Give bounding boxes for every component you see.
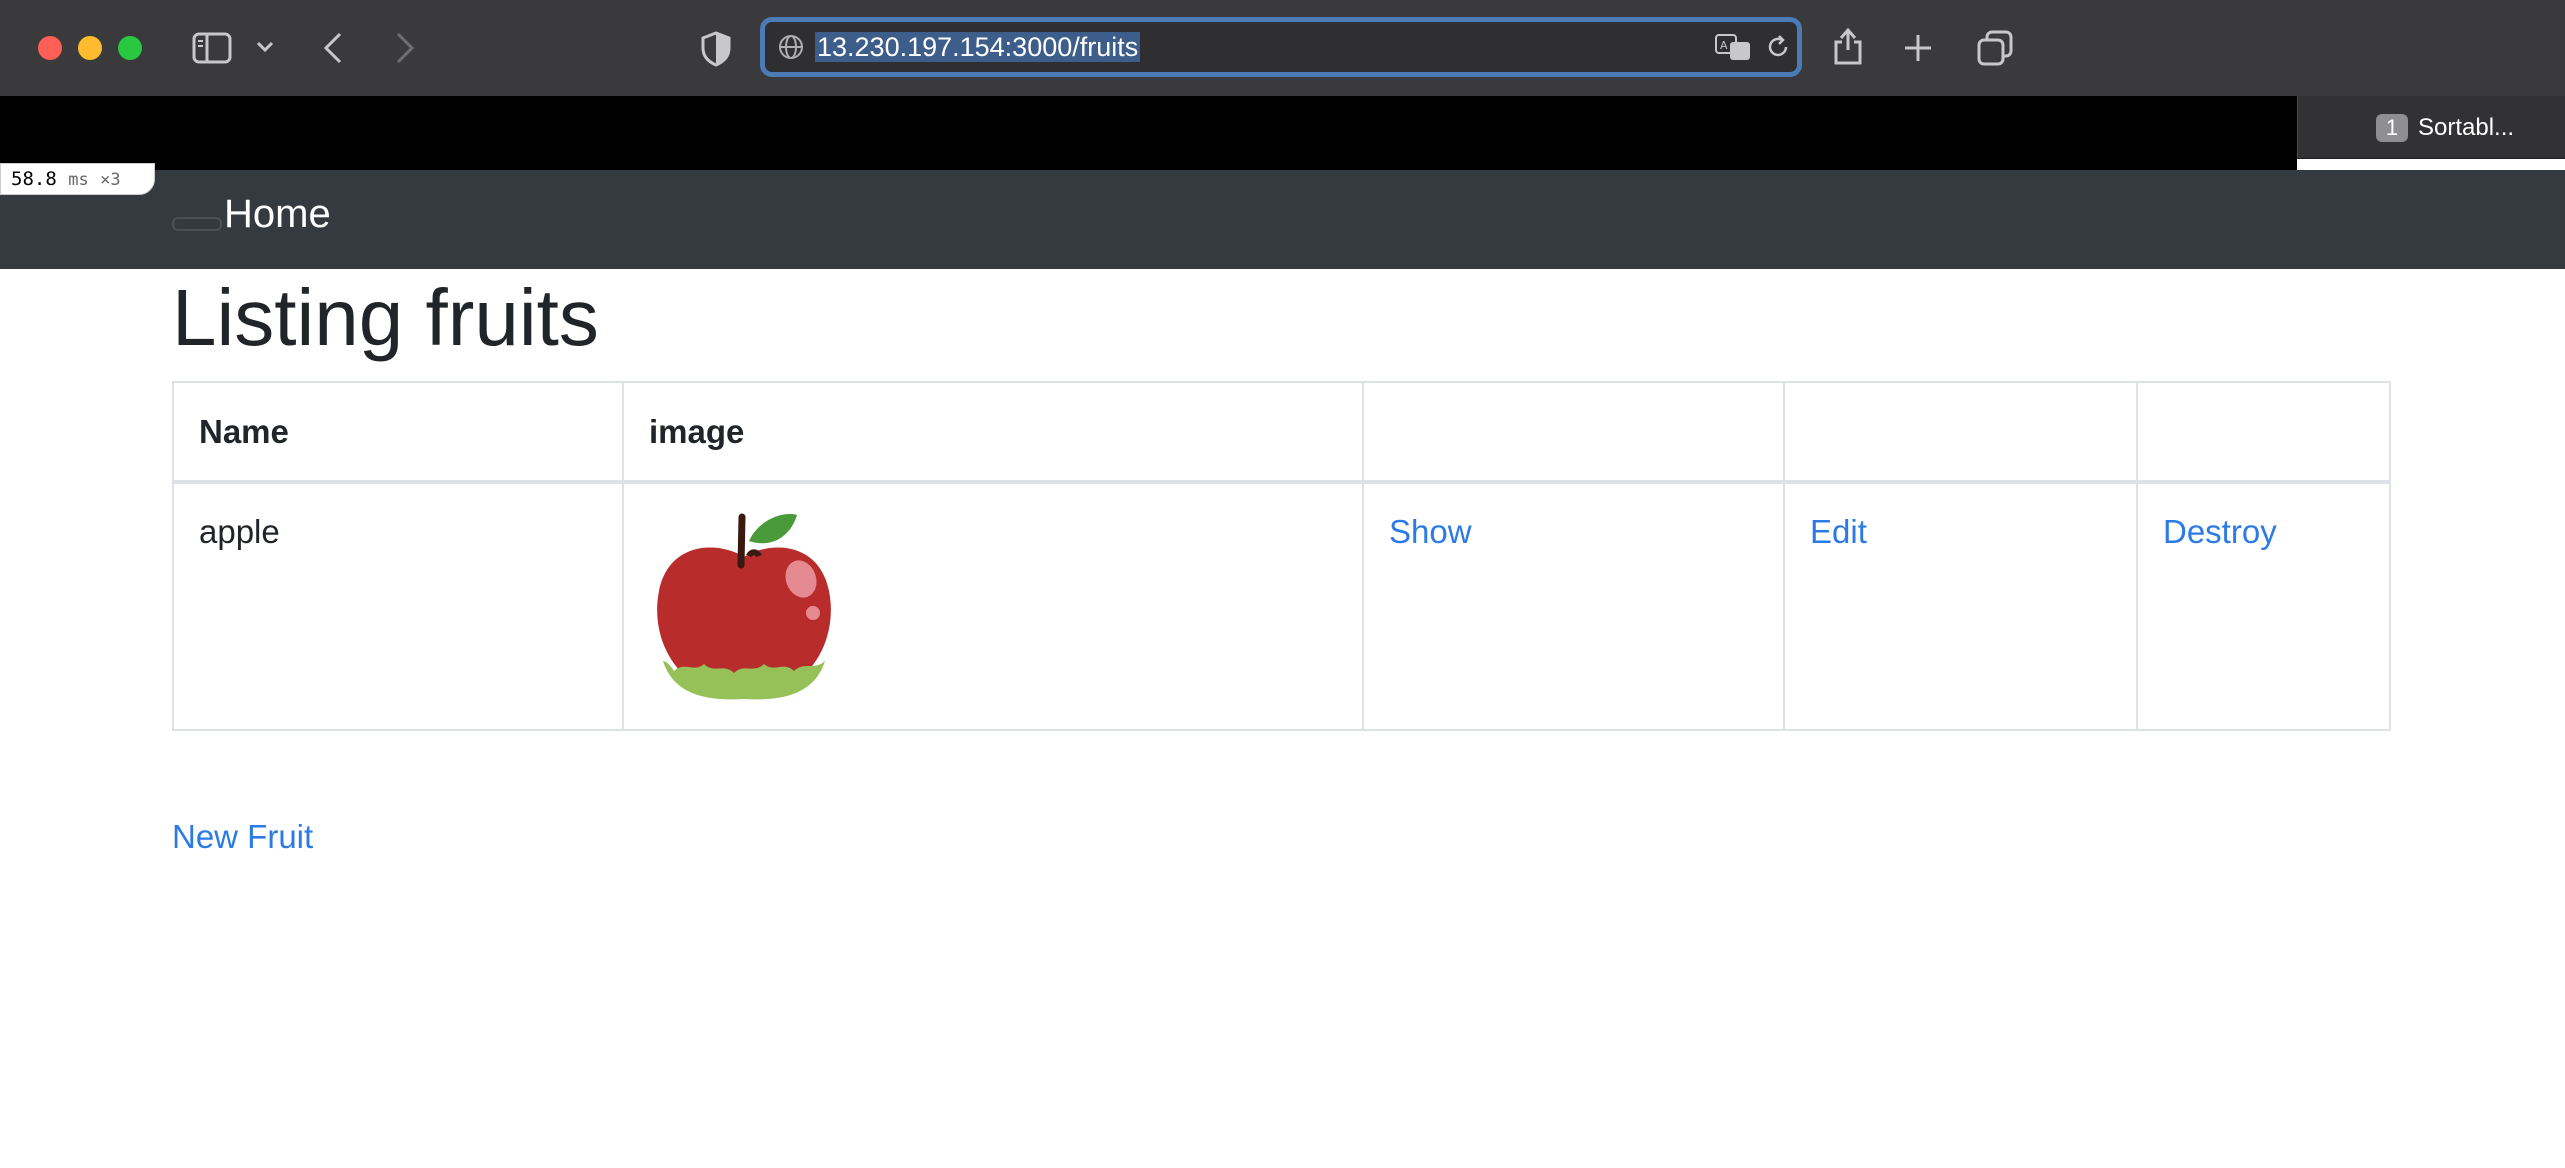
header-empty-destroy bbox=[2136, 381, 2391, 483]
globe-icon bbox=[779, 35, 803, 59]
close-window-button[interactable] bbox=[38, 36, 62, 60]
share-icon[interactable] bbox=[1832, 26, 1864, 66]
show-link[interactable]: Show bbox=[1389, 513, 1472, 550]
translate-icon[interactable]: A bbox=[1714, 32, 1752, 62]
header-empty-edit bbox=[1783, 381, 2138, 483]
new-tab-icon[interactable] bbox=[1903, 33, 1933, 63]
perf-badge[interactable]: 58.8 ms ×3 bbox=[0, 163, 155, 195]
fruit-image-cell bbox=[622, 481, 1364, 731]
edit-link[interactable]: Edit bbox=[1810, 513, 1867, 550]
tab-count-badge: 1 bbox=[2376, 114, 2408, 142]
perf-value: 58.8 bbox=[11, 168, 57, 190]
fruit-name: apple bbox=[172, 481, 624, 731]
table-row: apple Show Edit Destroy bbox=[172, 481, 2391, 731]
navbar-toggler[interactable] bbox=[172, 217, 222, 231]
edit-cell: Edit bbox=[1783, 481, 2138, 731]
fruits-table: Name image apple Show Edit Destroy bbox=[172, 381, 2391, 731]
header-name: Name bbox=[172, 381, 624, 483]
tab-overview-icon[interactable] bbox=[1977, 30, 2013, 66]
tab-bar: 1 Sortabl... bbox=[0, 96, 2565, 170]
page-title: Listing fruits bbox=[172, 273, 599, 362]
url-text[interactable]: 13.230.197.154:3000/fruits bbox=[815, 32, 1141, 62]
navbar: Home bbox=[0, 170, 2565, 269]
active-tab[interactable] bbox=[0, 96, 2297, 170]
destroy-link[interactable]: Destroy bbox=[2163, 513, 2277, 550]
browser-toolbar: 13.230.197.154:3000/fruits A bbox=[0, 0, 2565, 96]
perf-count: ×3 bbox=[100, 170, 121, 190]
minimize-window-button[interactable] bbox=[78, 36, 102, 60]
maximize-window-button[interactable] bbox=[118, 36, 142, 60]
header-empty-show bbox=[1362, 381, 1785, 483]
svg-text:A: A bbox=[1720, 39, 1728, 52]
show-cell: Show bbox=[1362, 481, 1785, 731]
tab-title[interactable]: Sortabl... bbox=[2418, 112, 2514, 144]
perf-unit: ms bbox=[68, 170, 89, 190]
back-icon[interactable] bbox=[322, 32, 344, 64]
new-fruit-link[interactable]: New Fruit bbox=[172, 817, 313, 857]
sidebar-icon[interactable] bbox=[192, 32, 232, 64]
privacy-shield-icon[interactable] bbox=[701, 31, 731, 67]
forward-icon[interactable] bbox=[394, 32, 416, 64]
header-image: image bbox=[622, 381, 1364, 483]
destroy-cell: Destroy bbox=[2136, 481, 2391, 731]
reload-icon[interactable] bbox=[1765, 34, 1791, 60]
nav-home-link[interactable]: Home bbox=[224, 188, 331, 240]
apple-image bbox=[657, 513, 831, 700]
address-bar[interactable]: 13.230.197.154:3000/fruits A bbox=[760, 17, 1802, 77]
table-header-row: Name image bbox=[172, 381, 2391, 483]
chevron-down-icon[interactable] bbox=[256, 41, 274, 53]
